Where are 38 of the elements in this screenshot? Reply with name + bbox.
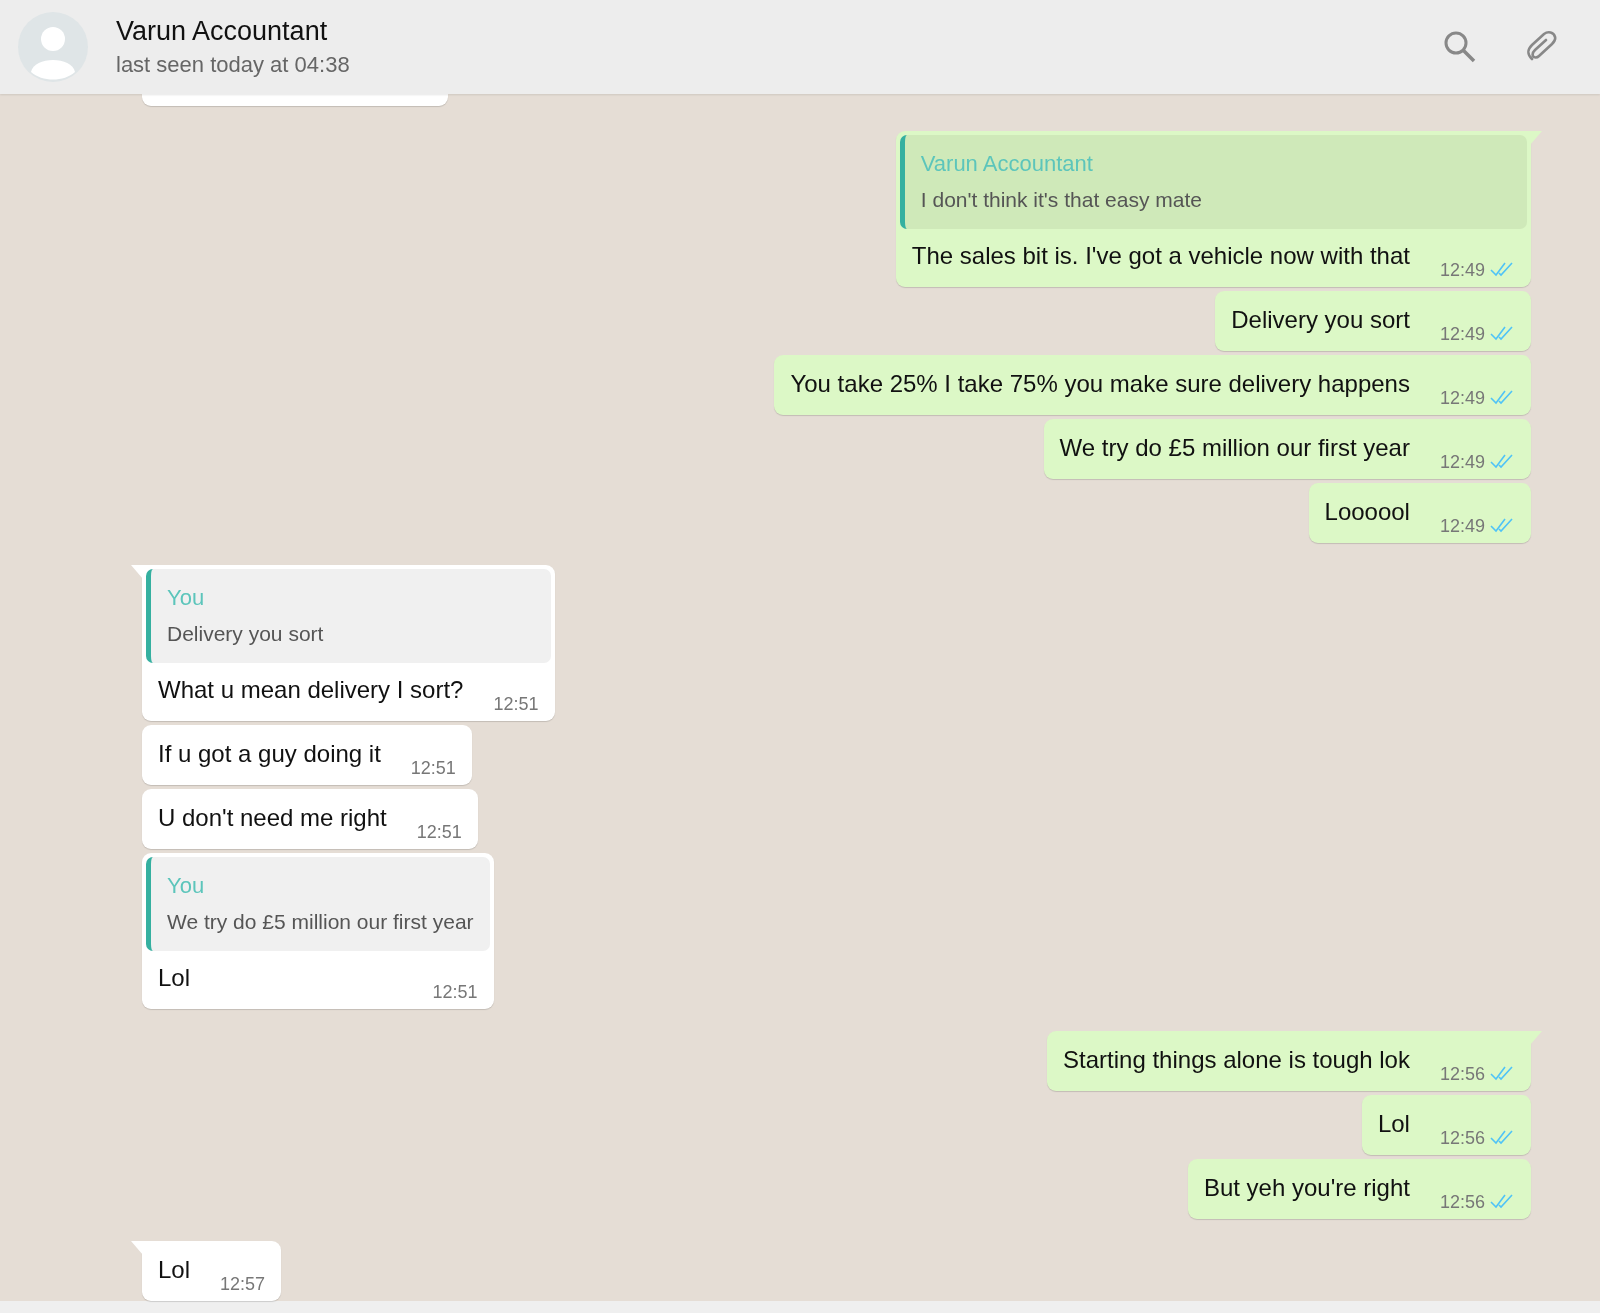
message-text: We try do £5 million our first year (1059, 433, 1410, 463)
message-time: 12:56 (1439, 1063, 1485, 1085)
message-time: 12:51 (493, 693, 539, 715)
message-time: 12:51 (416, 821, 462, 843)
message-text: You take 25% I take 75% you make sure delivery happens (790, 369, 1410, 399)
message-time: 12:49 (1439, 515, 1485, 537)
last-seen-status: last seen today at 04:38 (116, 52, 350, 78)
message-text: U don't need me right (158, 803, 387, 833)
message-text: Lol (1377, 1109, 1410, 1139)
message-text: Loooool (1324, 497, 1410, 527)
message-text: Lol (158, 1255, 191, 1285)
message-time: 12:49 (1439, 323, 1485, 345)
quote-text: Delivery you sort (167, 621, 325, 647)
search-icon[interactable] (1442, 29, 1478, 65)
message-text: But yeh you're right (1203, 1173, 1410, 1203)
message-time: 12:56 (1439, 1127, 1485, 1149)
message-text: Starting things alone is tough lok (1063, 1045, 1410, 1075)
message-text: Delivery you sort (1231, 305, 1410, 335)
quote-author: You (167, 584, 206, 612)
message-time: 12:51 (432, 981, 478, 1003)
message-time: 12:57 (220, 1273, 266, 1295)
contact-name: Varun Accountant (116, 16, 329, 46)
message-time: 12:49 (1439, 451, 1485, 473)
quoted-message[interactable]: You We try do £5 million our first year (146, 857, 490, 951)
message-text: What u mean delivery I sort? (158, 675, 464, 705)
message-time: 12:49 (1439, 259, 1485, 281)
quote-text: I don't think it's that easy mate (920, 187, 1203, 213)
quote-author: Varun Accountant (920, 150, 1094, 178)
quote-text: We try do £5 million our first year (167, 909, 474, 935)
message-time: 12:51 (410, 757, 456, 779)
message-text: The sales bit is. I've got a vehicle now with that (911, 241, 1410, 271)
quoted-message[interactable]: You Delivery you sort (146, 569, 551, 663)
message-time: 12:49 (1439, 387, 1485, 409)
message-text: If u got a guy doing it (158, 739, 381, 769)
quoted-message[interactable]: Varun Accountant I don't think it's that easy mate (899, 135, 1527, 229)
message-text: Lol (158, 963, 191, 993)
message-time: 12:56 (1439, 1191, 1485, 1213)
quote-author: You (167, 872, 206, 900)
